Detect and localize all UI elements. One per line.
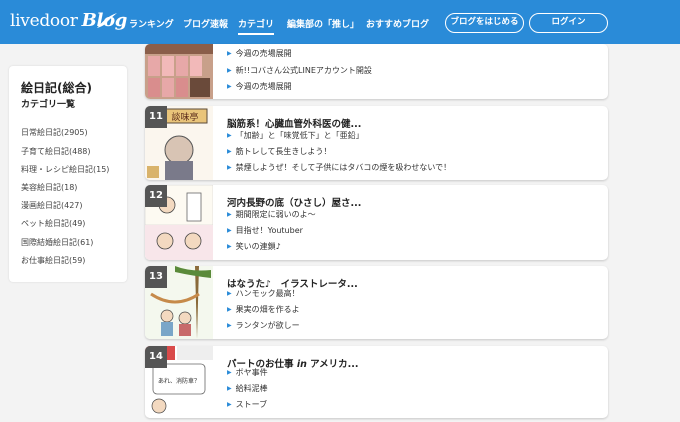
blog-title[interactable]: 河内長野の底（ひさし）屋さ... <box>227 195 361 209</box>
article-link[interactable]: 果実の畑を作るよ <box>227 304 300 315</box>
sidebar-item-parenting[interactable]: 子育て絵日記(488) <box>21 146 91 157</box>
ranking-card[interactable]: 談味亭 11 脳筋系！心臓血管外科医の健... 「加齢」と「味覚低下」と「亜鉛」… <box>145 106 608 180</box>
login-button[interactable]: ログイン <box>529 13 608 33</box>
sidebar-item-daily[interactable]: 日常絵日記(2905) <box>21 127 88 138</box>
sidebar-item-cooking[interactable]: 料理・レシピ絵日記(15) <box>21 164 109 175</box>
ranking-card[interactable]: 今週の売場展開 新!!コバさん公式LINEアカウント開設 今週の売場展開 <box>145 44 608 99</box>
article-link[interactable]: 筋トレして長生きしよう！ <box>227 146 332 157</box>
article-link[interactable]: 禁煙しようぜ！そして子供にはタバコの煙を吸わせないで！ <box>227 162 452 173</box>
blog-title-part: in <box>296 359 307 370</box>
article-link[interactable]: ハンモック最高！ <box>227 288 300 299</box>
article-link[interactable]: 今週の売場展開 <box>227 48 292 59</box>
thumb-bubble-text: あれ、消防車？ <box>158 377 200 385</box>
sidebar-subtitle: カテゴリ一覧 <box>21 100 76 110</box>
sidebar-item-beauty[interactable]: 美容絵日記(18) <box>21 182 77 193</box>
site-header: livedoorBlog ランキング ブログ速報 カテゴリ 編集部の「推し」 お… <box>0 0 680 44</box>
article-link[interactable]: 笑いの連鎖♪ <box>227 241 281 252</box>
ranking-card[interactable]: 13 はなうた♪ イラストレータ... ハンモック最高！ 果実の畑を作るよ ラン… <box>145 266 608 339</box>
article-link[interactable]: 「加齢」と「味覚低下」と「亜鉛」 <box>227 130 364 141</box>
logo-feather-icon <box>97 13 117 28</box>
nav-category[interactable]: カテゴリ <box>238 17 275 35</box>
nav-editor-picks[interactable]: 編集部の「推し」 <box>287 17 359 30</box>
start-blog-button[interactable]: ブログをはじめる <box>445 13 524 33</box>
article-link[interactable]: 今週の売場展開 <box>227 81 292 92</box>
blog-title-part: アメリカ... <box>306 359 359 370</box>
rank-badge: 13 <box>145 266 167 288</box>
article-link[interactable]: ボヤ事件 <box>227 367 268 378</box>
logo-text: livedoor <box>10 11 78 31</box>
category-sidebar: 絵日記(総合) カテゴリ一覧 日常絵日記(2905) 子育て絵日記(488) 料… <box>9 66 127 282</box>
article-link[interactable]: 新!!コバさん公式LINEアカウント開設 <box>227 65 372 76</box>
rank-badge: 11 <box>145 106 167 128</box>
article-link[interactable]: 期間限定に弱いのよ～ <box>227 209 316 220</box>
sidebar-item-intl-marriage[interactable]: 国際結婚絵日記(61) <box>21 237 93 248</box>
ranking-card[interactable]: あれ、消防車？ 14 パートのお仕事 in アメリカ... ボヤ事件 給料泥棒 … <box>145 346 608 418</box>
nav-ranking[interactable]: ランキング <box>129 17 174 30</box>
sidebar-item-manga[interactable]: 漫画絵日記(427) <box>21 200 83 211</box>
article-link[interactable]: 目指せ！Youtuber <box>227 225 303 236</box>
nav-blog-news[interactable]: ブログ速報 <box>183 17 228 30</box>
article-link[interactable]: ストーブ <box>227 399 268 410</box>
blog-title[interactable]: 脳筋系！心臓血管外科医の健... <box>227 116 361 130</box>
article-link[interactable]: ランタンが欲しー <box>227 320 300 331</box>
sidebar-item-work[interactable]: お仕事絵日記(59) <box>21 255 85 266</box>
thumb-sign-text: 談味亭 <box>171 111 198 123</box>
sidebar-item-pet[interactable]: ペット絵日記(49) <box>21 218 85 229</box>
sidebar-title: 絵日記(総合) <box>21 81 92 95</box>
rank-badge: 12 <box>145 185 167 207</box>
rank-badge: 14 <box>145 346 167 368</box>
nav-recommended[interactable]: おすすめブログ <box>366 17 429 30</box>
article-link[interactable]: 給料泥棒 <box>227 383 268 394</box>
ranking-card[interactable]: 12 河内長野の底（ひさし）屋さ... 期間限定に弱いのよ～ 目指せ！Youtu… <box>145 185 608 260</box>
card-thumbnail[interactable] <box>145 44 213 99</box>
store-shelf-image <box>145 44 213 99</box>
